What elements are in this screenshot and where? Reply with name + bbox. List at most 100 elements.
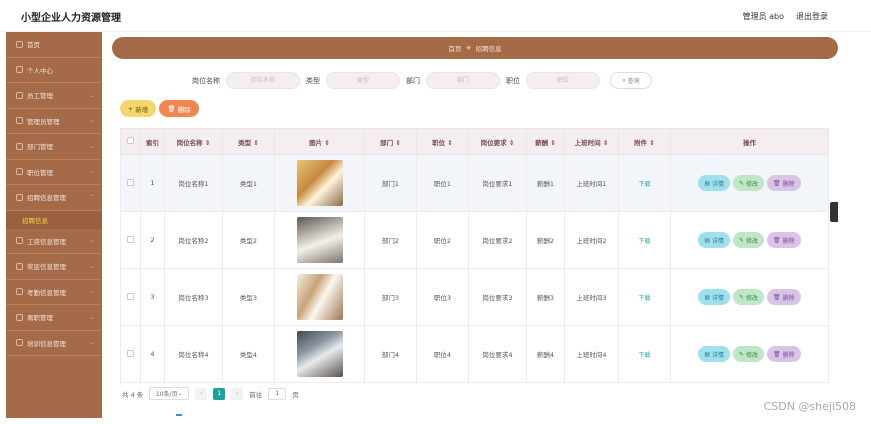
col-req[interactable]: 岗位要求 ⇕ xyxy=(468,128,527,155)
chevron-right-icon: › xyxy=(236,390,239,397)
add-button[interactable]: + 新增 xyxy=(120,100,156,117)
table-row[interactable]: 4 岗位名称4 类型4 部门4 职位4 岗位要求4 薪酬4 上班时间4 下载 ▤… xyxy=(120,325,829,383)
page-number-button[interactable]: 1 xyxy=(213,387,226,400)
cell-dept: 部门3 xyxy=(364,268,417,326)
sidebar-subitem-recruitment-info[interactable]: 招聘信息 xyxy=(6,210,102,229)
cell-pos: 职位2 xyxy=(416,211,469,269)
row-delete-button[interactable]: 🗑 删除 xyxy=(767,232,801,248)
select-all-checkbox[interactable] xyxy=(127,137,134,144)
edit-button[interactable]: ✎ 修改 xyxy=(733,346,765,362)
col-name[interactable]: 岗位名称 ⇕ xyxy=(164,128,223,155)
download-link[interactable]: 下载 xyxy=(638,352,650,359)
cell-salary: 薪酬2 xyxy=(526,211,565,269)
logout-link[interactable]: 退出登录 xyxy=(796,11,828,22)
col-time[interactable]: 上班时间 ⇕ xyxy=(564,128,619,155)
edit-icon: ✎ xyxy=(739,350,745,358)
download-link[interactable]: 下载 xyxy=(638,181,650,188)
download-link[interactable]: 下载 xyxy=(638,295,650,302)
chevron-down-icon: ⌄ xyxy=(88,91,94,99)
cell-salary: 薪酬4 xyxy=(526,325,565,383)
edit-button[interactable]: ✎ 修改 xyxy=(733,232,765,248)
sidebar-item-label: 培训信息管理 xyxy=(27,339,66,348)
detail-label: 详情 xyxy=(711,237,724,245)
search-icon: ⌕ xyxy=(622,76,626,84)
job-image[interactable] xyxy=(296,274,343,320)
row-checkbox[interactable] xyxy=(127,349,134,357)
cell-req: 岗位要求3 xyxy=(468,268,527,326)
row-delete-button[interactable]: 🗑 删除 xyxy=(767,289,801,305)
goto-input[interactable]: 1 xyxy=(268,387,287,400)
breadcrumb-home[interactable]: 首页 xyxy=(448,43,461,53)
row-delete-label: 删除 xyxy=(782,237,795,245)
cell-time: 上班时间4 xyxy=(564,325,619,383)
col-file[interactable]: 附件 ⇕ xyxy=(618,128,671,155)
type-input[interactable]: 类型 xyxy=(326,72,400,89)
menu-icon xyxy=(16,262,23,270)
col-pos[interactable]: 职位 ⇕ xyxy=(416,128,469,155)
table-row[interactable]: 3 岗位名称3 类型3 部门3 职位3 岗位要求3 薪酬3 上班时间3 下载 ▤… xyxy=(120,268,829,326)
sidebar-item-attendance[interactable]: 考勤信息管理 ⌄ xyxy=(6,280,102,305)
sidebar-item-label: 个人中心 xyxy=(27,66,53,75)
row-actions: ▤ 详情 ✎ 修改 🗑 删除 xyxy=(671,175,828,191)
sidebar-item-recruitment[interactable]: 招聘信息管理 ⌃ xyxy=(6,185,102,211)
col-salary[interactable]: 薪酬 ⇕ xyxy=(526,128,565,155)
sidebar-item-employees[interactable]: 员工管理 ⌄ xyxy=(6,83,102,109)
pos-input[interactable]: 职位 xyxy=(526,72,600,89)
sidebar-item-profile[interactable]: 个人中心 xyxy=(6,58,102,83)
prev-page-button[interactable]: ‹ xyxy=(195,387,208,400)
col-image[interactable]: 图片 ⇕ xyxy=(274,128,365,155)
sidebar-item-home[interactable]: 首页 xyxy=(6,32,102,58)
table-row[interactable]: 2 岗位名称2 类型2 部门2 职位2 岗位要求2 薪酬2 上班时间2 下载 ▤… xyxy=(120,211,829,269)
chevron-up-icon: ⌃ xyxy=(88,193,94,201)
job-image[interactable] xyxy=(296,160,343,206)
sidebar-item-salary[interactable]: 工资信息管理 ⌄ xyxy=(6,229,102,254)
detail-button[interactable]: ▤ 详情 xyxy=(698,346,730,362)
page-size-select[interactable]: 10条/页 ⌄ xyxy=(149,387,190,400)
sidebar-item-departments[interactable]: 部门管理 ⌄ xyxy=(6,134,102,160)
cell-time: 上班时间3 xyxy=(564,268,619,326)
job-image[interactable] xyxy=(296,217,343,263)
delete-button[interactable]: 🗑 删除 xyxy=(159,100,199,117)
row-checkbox[interactable] xyxy=(127,178,134,186)
col-dept[interactable]: 部门 ⇕ xyxy=(364,128,417,155)
select-all-cell[interactable] xyxy=(120,128,141,155)
col-type[interactable]: 类型 ⇕ xyxy=(222,128,275,155)
search-bar: 岗位名称 岗位名称 类型 类型 部门 部门 职位 职位 ⌕ 查询 xyxy=(192,72,652,89)
row-delete-button[interactable]: 🗑 删除 xyxy=(767,175,801,191)
menu-icon xyxy=(16,117,23,125)
dept-input[interactable]: 部门 xyxy=(426,72,500,89)
goto-label: 前往 xyxy=(249,390,263,399)
name-input[interactable]: 岗位名称 xyxy=(226,72,300,89)
sidebar-item-admins[interactable]: 管理员管理 ⌄ xyxy=(6,109,102,134)
table-row[interactable]: 1 岗位名称1 类型1 部门1 职位1 岗位要求1 薪酬1 上班时间1 下载 ▤… xyxy=(120,154,829,212)
menu-icon xyxy=(16,313,23,321)
cell-dept: 部门1 xyxy=(364,154,417,212)
recruitment-table: 索引 岗位名称 ⇕ 类型 ⇕ 图片 ⇕ 部门 ⇕ 职位 ⇕ 岗位要求 ⇕ 薪酬 … xyxy=(120,128,829,383)
col-index: 索引 xyxy=(140,128,165,155)
row-checkbox[interactable] xyxy=(127,292,134,300)
cell-dept: 部门2 xyxy=(364,211,417,269)
main-content: 首页 ★ 招聘信息 岗位名称 岗位名称 类型 类型 部门 部门 职位 职位 ⌕ 查… xyxy=(102,32,840,424)
row-checkbox[interactable] xyxy=(127,235,134,243)
cell-pos: 职位1 xyxy=(416,154,469,212)
edit-button[interactable]: ✎ 修改 xyxy=(733,175,765,191)
detail-button[interactable]: ▤ 详情 xyxy=(698,175,730,191)
sidebar-item-rewards[interactable]: 奖惩信息管理 ⌄ xyxy=(6,254,102,280)
trash-icon: 🗑 xyxy=(773,350,781,358)
side-collapse-handle[interactable] xyxy=(830,202,838,222)
detail-button[interactable]: ▤ 详情 xyxy=(698,289,730,305)
job-image[interactable] xyxy=(296,331,343,377)
query-button[interactable]: ⌕ 查询 xyxy=(610,72,652,89)
next-page-button[interactable]: › xyxy=(231,387,244,400)
chevron-left-icon: ‹ xyxy=(200,390,203,397)
download-link[interactable]: 下载 xyxy=(638,238,650,245)
sidebar-item-training[interactable]: 培训信息管理 ⌄ xyxy=(6,331,102,356)
row-delete-button[interactable]: 🗑 删除 xyxy=(767,346,801,362)
sidebar-item-positions[interactable]: 职位管理 ⌄ xyxy=(6,160,102,185)
cell-req: 岗位要求2 xyxy=(468,211,527,269)
table-header-row: 索引 岗位名称 ⇕ 类型 ⇕ 图片 ⇕ 部门 ⇕ 职位 ⇕ 岗位要求 ⇕ 薪酬 … xyxy=(120,128,829,155)
sidebar-item-resignation[interactable]: 离职管理 ⌄ xyxy=(6,305,102,331)
detail-button[interactable]: ▤ 详情 xyxy=(698,232,730,248)
chevron-down-icon: ⌄ xyxy=(88,117,94,125)
edit-button[interactable]: ✎ 修改 xyxy=(733,289,765,305)
